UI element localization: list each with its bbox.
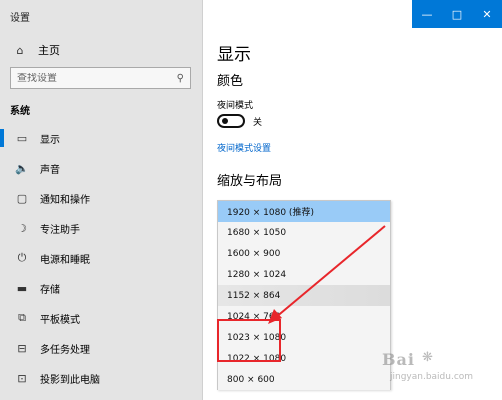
sidebar-nav: ▭ 显示 🔈 声音 ▢ 通知和操作 ☽ 专注助手 ⏻ 电源和睡眠 ▬ 存储 ⧉ … [0,123,203,393]
resolution-option[interactable]: 1152 × 864 [218,285,390,306]
sidebar-item-label: 专注助手 [40,224,80,236]
section-label: 系统 [10,106,30,117]
sidebar-item-label: 声音 [40,164,60,176]
page-title: 显示 [217,45,251,65]
sidebar-item-notifications[interactable]: ▢ 通知和操作 [0,183,203,213]
sidebar-item-sound[interactable]: 🔈 声音 [0,153,203,183]
sidebar-item-display[interactable]: ▭ 显示 [0,123,203,153]
minimize-button[interactable]: — [412,0,442,28]
resolution-option[interactable]: 800 × 600 [218,369,390,390]
resolution-option[interactable]: 1600 × 900 [218,243,390,264]
toggle-knob [222,118,228,124]
sidebar-item-label: 多任务处理 [40,344,90,356]
color-section-header: 颜色 [217,74,244,89]
maximize-button[interactable]: □ [442,0,472,28]
project-icon: ⊡ [17,371,27,385]
search-box[interactable]: ⚲ [10,67,191,89]
home-nav-item[interactable]: ⌂ 主页 [10,42,61,58]
search-input[interactable] [17,72,177,84]
sidebar-item-label: 显示 [40,134,60,146]
sidebar-item-label: 电源和睡眠 [40,254,90,266]
sidebar-item-label: 通知和操作 [40,194,90,206]
night-light-label: 夜间模式 [217,101,254,111]
night-light-settings-link[interactable]: 夜间模式设置 [217,141,271,154]
highlight-box [217,319,281,362]
sidebar: 设置 ⌂ 主页 ⚲ 系统 ▭ 显示 🔈 声音 ▢ 通知和操作 ☽ 专注助手 ⏻ … [0,0,203,400]
sidebar-item-tablet[interactable]: ⧉ 平板模式 [0,303,203,333]
scale-layout-header: 缩放与布局 [217,174,283,189]
toggle-state-label: 关 [253,117,263,128]
home-icon: ⌂ [16,43,24,57]
resolution-option[interactable]: 1680 × 1050 [218,222,390,243]
power-icon: ⏻ [17,251,27,264]
resolution-option[interactable]: 1920 × 1080 (推荐) [218,201,390,222]
resolution-option[interactable]: 1280 × 1024 [218,264,390,285]
watermark-url: jingyan.baidu.com [390,372,474,382]
app-title: 设置 [10,13,30,24]
sidebar-item-label: 平板模式 [40,314,80,326]
notification-icon: ▢ [16,191,28,205]
watermark-logo: Bai [382,350,415,369]
sidebar-item-focus-assist[interactable]: ☽ 专注助手 [0,213,203,243]
close-button[interactable]: ✕ [472,0,502,28]
sidebar-item-project[interactable]: ⊡ 投影到此电脑 [0,363,203,393]
sidebar-item-label: 存储 [40,284,60,296]
home-label: 主页 [38,44,60,57]
watermark: Bai ❋ jingyan.baidu.com [382,350,494,386]
display-icon: ▭ [16,131,28,145]
multitasking-icon: ⊟ [17,341,27,355]
sound-icon: 🔈 [15,161,29,175]
sidebar-item-label: 投影到此电脑 [40,374,100,386]
night-light-toggle[interactable] [217,114,245,128]
sidebar-item-multitasking[interactable]: ⊟ 多任务处理 [0,333,203,363]
storage-icon: ▬ [16,281,28,295]
focus-assist-icon: ☽ [17,221,27,235]
sidebar-item-power[interactable]: ⏻ 电源和睡眠 [0,243,203,273]
paw-icon: ❋ [422,350,433,365]
night-light-toggle-row: 关 [217,114,262,128]
window-controls: — □ ✕ [412,0,502,28]
tablet-icon: ⧉ [18,311,26,324]
sidebar-item-storage[interactable]: ▬ 存储 [0,273,203,303]
search-icon[interactable]: ⚲ [177,73,184,84]
